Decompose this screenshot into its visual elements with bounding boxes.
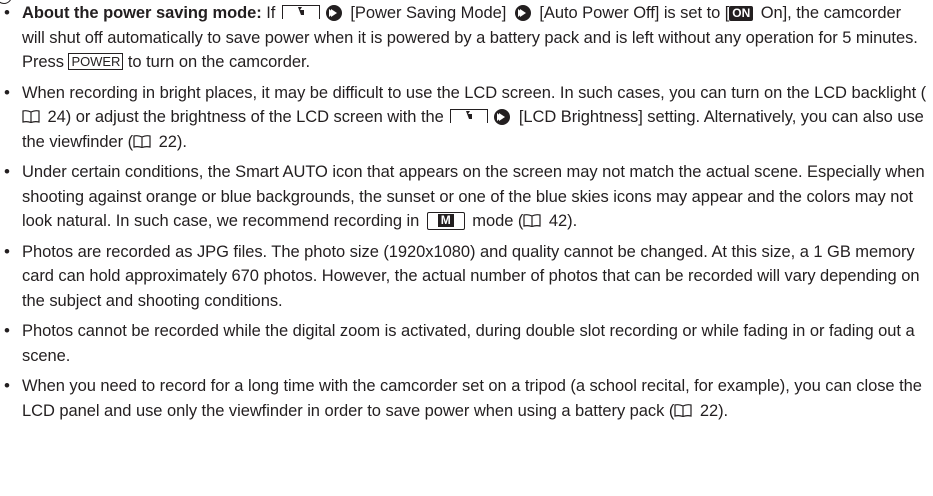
arrow-right-icon xyxy=(514,5,531,21)
on-icon: ON xyxy=(729,6,754,21)
list-item: Photos are recorded as JPG files. The ph… xyxy=(0,240,928,314)
arrow-right-icon xyxy=(325,5,342,21)
setup-menu-icon xyxy=(450,109,489,123)
list-item: Photos cannot be recorded while the digi… xyxy=(0,319,928,368)
book-icon xyxy=(523,214,541,227)
book-icon xyxy=(22,110,40,123)
notes-list: About the power saving mode: If [Power S… xyxy=(0,1,928,429)
list-item: When you need to record for a long time … xyxy=(0,374,928,423)
manual-page: About the power saving mode: If [Power S… xyxy=(0,0,933,496)
power-button-icon: POWER xyxy=(68,53,124,70)
book-icon xyxy=(674,403,692,417)
list-item: Under certain conditions, the Smart AUTO… xyxy=(0,160,928,234)
arrow-right-icon xyxy=(494,109,511,125)
book-icon xyxy=(133,134,151,148)
list-item: About the power saving mode: If [Power S… xyxy=(0,1,928,75)
list-item: When recording in bright places, it may … xyxy=(0,81,928,155)
manual-mode-icon: M xyxy=(426,212,465,230)
setup-menu-icon xyxy=(281,5,320,19)
note-lead: About the power saving mode: xyxy=(22,4,262,22)
